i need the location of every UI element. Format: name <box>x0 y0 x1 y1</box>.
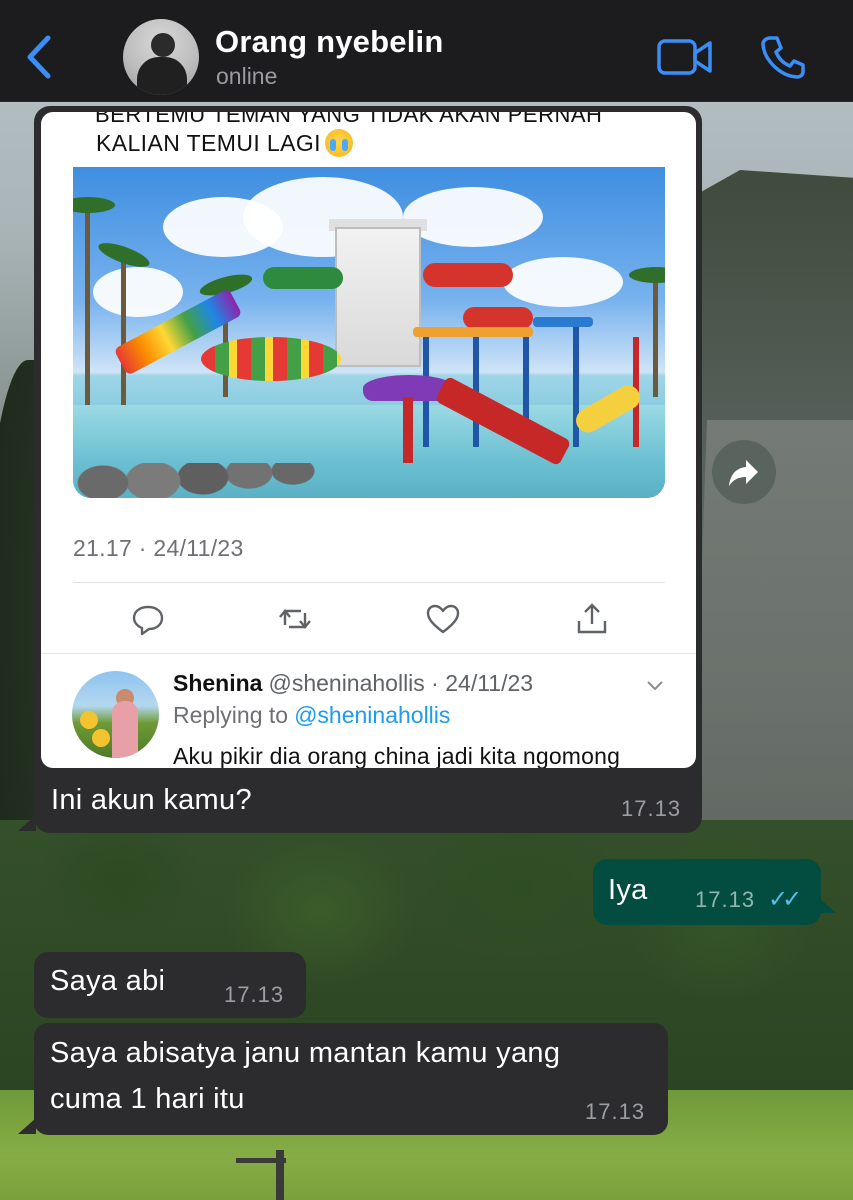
video-call-button[interactable] <box>656 37 714 77</box>
read-receipt-icon: ✓✓ <box>768 886 802 913</box>
reply-text: Aku pikir dia orang china jadi kita ngom… <box>173 743 621 768</box>
crying-face-emoji-icon <box>324 129 353 157</box>
retweet-icon <box>279 609 311 629</box>
chevron-left-icon <box>27 35 51 79</box>
outgoing-message[interactable]: Iya 17.13 ✓✓ <box>593 859 821 925</box>
shared-tweet-screenshot[interactable]: BERTEMU TEMAN YANG TIDAK AKAN PERNAH KAL… <box>41 112 696 768</box>
tweet-timestamp: 21.17 · 24/11/23 <box>73 535 244 561</box>
tweet-share-button[interactable] <box>572 599 612 639</box>
contact-avatar[interactable] <box>123 19 199 95</box>
video-camera-icon <box>657 39 712 75</box>
share-icon <box>577 603 607 634</box>
tweet-retweet-button[interactable] <box>275 599 315 639</box>
tweet-cut-text: BERTEMU TEMAN YANG TIDAK AKAN PERNAH <box>95 112 655 124</box>
divider <box>41 653 696 654</box>
forward-arrow-icon <box>729 460 758 486</box>
replying-to: Replying to @sheninahollis <box>173 702 451 728</box>
tweet-like-button[interactable] <box>423 599 463 639</box>
heart-icon <box>426 604 460 634</box>
chat-header: Orang nyebelin online <box>0 0 853 102</box>
tweet-reply-button[interactable] <box>128 599 168 639</box>
voice-call-button[interactable] <box>760 34 806 80</box>
contact-name[interactable]: Orang nyebelin <box>215 24 443 60</box>
wallpaper-pole <box>276 1150 284 1200</box>
divider <box>73 582 665 583</box>
tweet-text: KALIAN TEMUI LAGI <box>96 129 353 157</box>
phone-icon <box>761 36 805 79</box>
chevron-down-icon[interactable] <box>645 675 665 695</box>
forward-button[interactable] <box>712 440 776 504</box>
incoming-message[interactable]: Saya abi 17.13 <box>34 952 306 1018</box>
back-button[interactable] <box>22 34 58 80</box>
reply-avatar[interactable] <box>72 671 159 758</box>
waterpark-photo[interactable] <box>73 167 665 498</box>
contact-status: online <box>216 63 278 89</box>
message-caption[interactable]: Ini akun kamu? 17.13 <box>34 768 702 833</box>
incoming-message[interactable]: Saya abisatya janu mantan kamu yang cuma… <box>34 1023 668 1135</box>
reply-author: Shenina @sheninahollis · 24/11/23 <box>173 670 534 696</box>
reply-icon <box>132 605 164 636</box>
